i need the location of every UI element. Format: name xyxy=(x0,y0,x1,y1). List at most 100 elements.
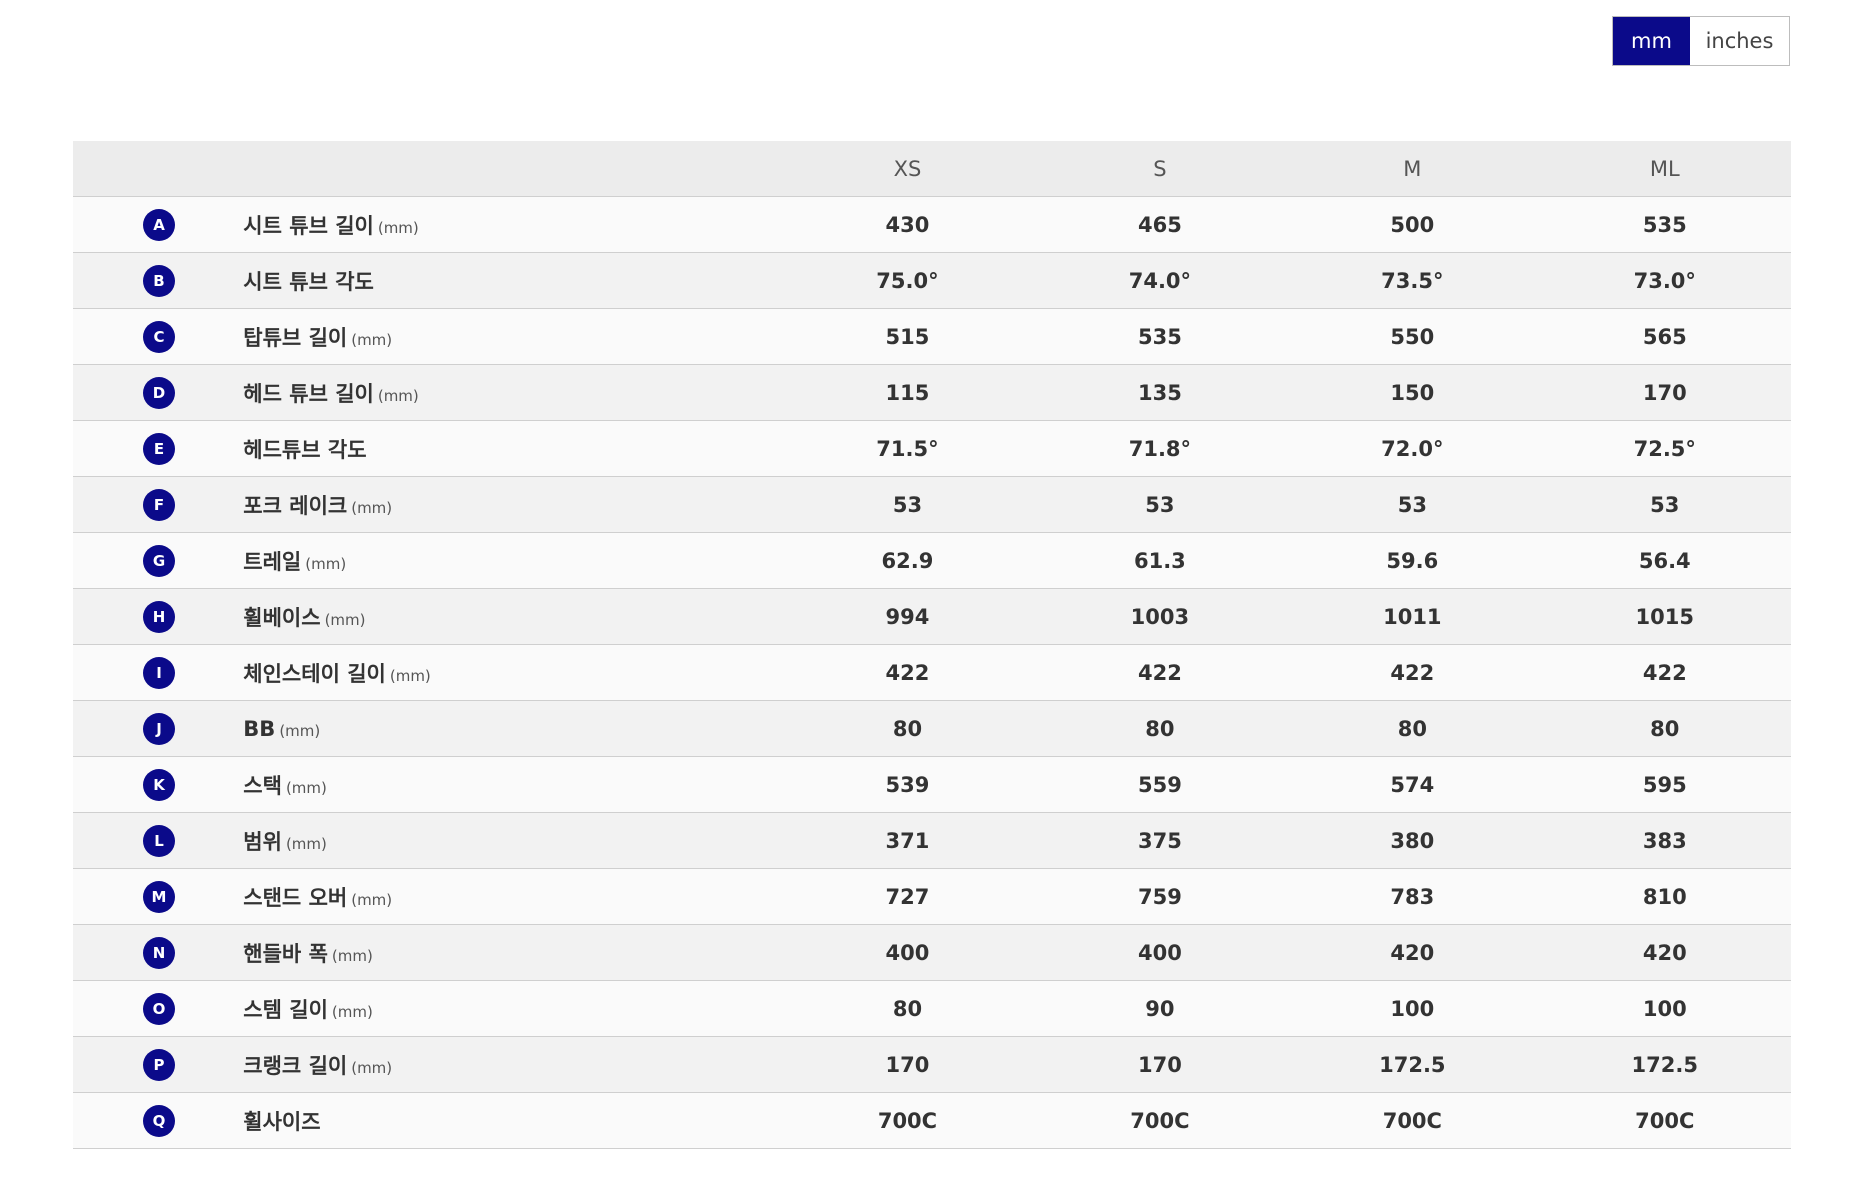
measurement-letter-badge: Q xyxy=(143,1104,175,1137)
measurement-label: 탑튜브 길이 xyxy=(243,325,348,350)
size-header-s: S xyxy=(1033,141,1287,197)
value-cell-xs: 53 xyxy=(781,476,1034,533)
value-cell-s: 559 xyxy=(1033,756,1287,813)
value-cell-ml: 422 xyxy=(1538,644,1791,701)
unit-mm-button[interactable]: mm xyxy=(1613,17,1690,65)
table-row: I 체인스테이 길이 (mm) 422 422 422 422 xyxy=(73,644,1791,701)
measurement-label-cell: 범위 (mm) xyxy=(243,812,782,869)
measurement-letter-badge: L xyxy=(143,824,175,857)
measurement-label: 크랭크 길이 xyxy=(243,1053,348,1078)
table-row: H 휠베이스 (mm) 994 1003 1011 1015 xyxy=(73,588,1791,645)
measurement-label: 포크 레이크 xyxy=(243,493,348,518)
measurement-label-cell: 스탠드 오버 (mm) xyxy=(243,868,782,925)
letter-cell: L xyxy=(73,812,244,869)
measurement-letter-badge: B xyxy=(143,264,175,297)
measurement-label-cell: 휠베이스 (mm) xyxy=(243,588,782,645)
table-body: A 시트 튜브 길이 (mm) 430 465 500 535 B 시트 튜브 각도 75.0° 7… xyxy=(73,196,1791,1149)
measurement-letter-badge: C xyxy=(143,320,175,353)
measurement-unit: (mm) xyxy=(285,834,327,853)
table-row: L 범위 (mm) 371 375 380 383 xyxy=(73,812,1791,869)
value-cell-ml: 73.0° xyxy=(1538,252,1791,309)
measurement-unit: (mm) xyxy=(331,946,373,965)
letter-cell: D xyxy=(73,364,244,421)
value-cell-xs: 80 xyxy=(781,700,1034,757)
value-cell-s: 53 xyxy=(1033,476,1287,533)
measurement-unit: (mm) xyxy=(377,386,419,405)
value-cell-ml: 56.4 xyxy=(1538,532,1791,589)
measurement-letter-badge: D xyxy=(143,376,175,409)
value-cell-m: 72.0° xyxy=(1286,420,1539,477)
value-cell-m: 172.5 xyxy=(1286,1036,1539,1093)
letter-cell: B xyxy=(73,252,244,309)
value-cell-s: 74.0° xyxy=(1033,252,1287,309)
measurement-letter-badge: F xyxy=(143,488,175,521)
value-cell-ml: 53 xyxy=(1538,476,1791,533)
unit-inches-button[interactable]: inches xyxy=(1690,17,1789,65)
measurement-label-cell: 헤드 튜브 길이 (mm) xyxy=(243,364,782,421)
letter-cell: A xyxy=(73,196,244,253)
letter-cell: K xyxy=(73,756,244,813)
measurement-unit: (mm) xyxy=(331,1002,373,1021)
value-cell-s: 90 xyxy=(1033,980,1287,1037)
value-cell-xs: 700C xyxy=(781,1092,1034,1149)
value-cell-m: 59.6 xyxy=(1286,532,1539,589)
value-cell-s: 80 xyxy=(1033,700,1287,757)
measurement-letter-badge: A xyxy=(143,208,175,241)
value-cell-ml: 172.5 xyxy=(1538,1036,1791,1093)
value-cell-ml: 700C xyxy=(1538,1092,1791,1149)
value-cell-xs: 430 xyxy=(781,196,1034,253)
letter-cell: I xyxy=(73,644,244,701)
geometry-table: XS S M ML A 시트 튜브 길이 (mm) 430 465 500 535 B 시트 튜… xyxy=(73,141,1791,1149)
measurement-label-cell: 헤드튜브 각도 xyxy=(243,420,782,477)
value-cell-s: 61.3 xyxy=(1033,532,1287,589)
value-cell-xs: 371 xyxy=(781,812,1034,869)
value-cell-m: 1011 xyxy=(1286,588,1539,645)
value-cell-ml: 383 xyxy=(1538,812,1791,869)
value-cell-m: 574 xyxy=(1286,756,1539,813)
measurement-label-cell: 시트 튜브 각도 xyxy=(243,252,782,309)
size-header-m: M xyxy=(1286,141,1539,197)
measurement-label-cell: BB (mm) xyxy=(243,700,782,757)
letter-cell: J xyxy=(73,700,244,757)
measurement-label: 핸들바 폭 xyxy=(243,941,328,966)
table-row: D 헤드 튜브 길이 (mm) 115 135 150 170 xyxy=(73,364,1791,421)
table-row: Q 휠사이즈 700C 700C 700C 700C xyxy=(73,1092,1791,1149)
measurement-letter-badge: P xyxy=(143,1048,175,1081)
measurement-unit: (mm) xyxy=(351,330,393,349)
letter-cell: Q xyxy=(73,1092,244,1149)
table-row: E 헤드튜브 각도 71.5° 71.8° 72.0° 72.5° xyxy=(73,420,1791,477)
value-cell-s: 700C xyxy=(1033,1092,1287,1149)
value-cell-m: 53 xyxy=(1286,476,1539,533)
measurement-label-cell: 핸들바 폭 (mm) xyxy=(243,924,782,981)
value-cell-ml: 595 xyxy=(1538,756,1791,813)
value-cell-ml: 72.5° xyxy=(1538,420,1791,477)
value-cell-xs: 994 xyxy=(781,588,1034,645)
value-cell-s: 1003 xyxy=(1033,588,1287,645)
measurement-label-cell: 크랭크 길이 (mm) xyxy=(243,1036,782,1093)
value-cell-s: 422 xyxy=(1033,644,1287,701)
letter-cell: F xyxy=(73,476,244,533)
value-cell-s: 465 xyxy=(1033,196,1287,253)
measurement-unit: (mm) xyxy=(305,554,347,573)
value-cell-xs: 115 xyxy=(781,364,1034,421)
measurement-unit: (mm) xyxy=(389,666,431,685)
measurement-label-cell: 휠사이즈 xyxy=(243,1092,782,1149)
measurement-label: BB xyxy=(243,716,276,741)
value-cell-ml: 565 xyxy=(1538,308,1791,365)
value-cell-s: 535 xyxy=(1033,308,1287,365)
measurement-unit: (mm) xyxy=(351,1058,393,1077)
value-cell-xs: 170 xyxy=(781,1036,1034,1093)
measurement-label: 시트 튜브 각도 xyxy=(243,269,374,294)
measurement-unit: (mm) xyxy=(279,721,321,740)
letter-cell: G xyxy=(73,532,244,589)
value-cell-s: 170 xyxy=(1033,1036,1287,1093)
table-row: K 스택 (mm) 539 559 574 595 xyxy=(73,756,1791,813)
value-cell-ml: 170 xyxy=(1538,364,1791,421)
size-header-xs: XS xyxy=(781,141,1034,197)
letter-cell: P xyxy=(73,1036,244,1093)
measurement-label: 휠베이스 xyxy=(243,605,321,630)
value-cell-m: 550 xyxy=(1286,308,1539,365)
measurement-unit: (mm) xyxy=(285,778,327,797)
measurement-letter-badge: M xyxy=(143,880,175,913)
size-header-ml: ML xyxy=(1538,141,1791,197)
